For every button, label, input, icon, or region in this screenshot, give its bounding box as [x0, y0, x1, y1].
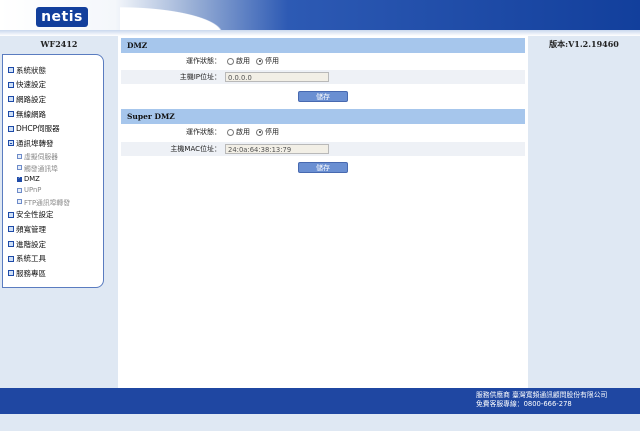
bottom-strip: [0, 414, 640, 431]
super-dmz-host-mac-label: 主機MAC位址：: [170, 145, 221, 153]
square-icon: [8, 226, 14, 233]
dmz-save-button[interactable]: 儲存: [298, 91, 348, 102]
sidebar-subitem-label: DMZ: [24, 175, 40, 184]
sidebar-item-quick-setup[interactable]: 快速設定: [3, 78, 103, 93]
sidebar-subitem-label: 虛擬伺服器: [24, 153, 58, 162]
sidebar-subitem-label: 觸發通訊埠: [24, 164, 58, 173]
device-model: WF2412: [40, 39, 78, 49]
sidebar-item-label: 服務專區: [16, 268, 46, 278]
sidebar-subitem-upnp[interactable]: UPnP: [3, 185, 103, 196]
square-icon: [17, 199, 22, 205]
dmz-status-label: 運作狀態：: [186, 57, 221, 65]
right-panel: [528, 54, 640, 388]
dmz-enable-label: 啟用: [236, 57, 250, 65]
dmz-status-row: 運作狀態： 啟用 停用: [121, 54, 525, 68]
sidebar-subitem-label: UPnP: [24, 186, 42, 195]
sidebar-item-wireless[interactable]: 無線網路: [3, 107, 103, 122]
square-icon: [8, 211, 14, 218]
sidebar-item-bandwidth[interactable]: 頻寬管理: [3, 222, 103, 237]
square-icon: [17, 165, 22, 171]
header-swoosh: [120, 0, 250, 34]
dmz-disable-label: 停用: [265, 57, 279, 65]
sidebar-item-label: 系統狀態: [16, 65, 46, 75]
sidebar-item-label: DHCP伺服器: [16, 124, 60, 134]
square-icon: [17, 153, 22, 159]
sidebar-item-system-status[interactable]: 系統狀態: [3, 63, 103, 78]
square-icon: [8, 270, 14, 277]
sidebar-subitem-virtual-server[interactable]: 虛擬伺服器: [3, 151, 103, 162]
super-dmz-status-radio-group: 啟用 停用: [225, 127, 283, 137]
square-icon: [8, 111, 14, 118]
super-dmz-section-title: Super DMZ: [121, 109, 525, 124]
sidebar-subitem-label: FTP通訊埠轉發: [24, 198, 71, 207]
sidebar-item-system-tools[interactable]: 系統工具: [3, 251, 103, 266]
super-dmz-host-mac-input[interactable]: 24:0a:64:38:13:79: [225, 144, 329, 154]
super-dmz-status-row: 運作狀態： 啟用 停用: [121, 125, 525, 139]
sidebar-subitem-port-trigger[interactable]: 觸發通訊埠: [3, 162, 103, 173]
sidebar-item-service[interactable]: 服務專區: [3, 266, 103, 281]
square-icon: [8, 255, 14, 262]
sidebar-item-label: 頻寬管理: [16, 224, 46, 234]
sidebar-item-dhcp[interactable]: DHCP伺服器: [3, 121, 103, 136]
dmz-host-ip-label: 主機IP位址：: [179, 73, 221, 81]
dmz-disable-radio[interactable]: [256, 57, 263, 65]
arrow-right-icon: [17, 174, 22, 182]
sidebar-item-label: 系統工具: [16, 254, 46, 264]
square-icon: [8, 67, 14, 74]
dmz-host-ip-input[interactable]: 0.0.0.0: [225, 72, 329, 82]
dmz-enable-radio[interactable]: [227, 57, 234, 65]
sidebar-item-label: 進階設定: [16, 239, 46, 249]
sidebar-item-advanced[interactable]: 進階設定: [3, 237, 103, 252]
sidebar-item-label: 快速設定: [16, 80, 46, 90]
dmz-status-radio-group: 啟用 停用: [225, 56, 283, 66]
sidebar-item-network[interactable]: 網路設定: [3, 92, 103, 107]
footer: 服務供應商 臺灣寬頻通訊顧問股份有限公司 免費客服專線：0800-666-278: [0, 388, 640, 414]
sidebar-item-port-forwarding[interactable]: 通訊埠轉發: [3, 136, 103, 151]
main-content: DMZ 運作狀態： 啟用 停用 主機IP位址： 0.0.0.0 儲存 Super…: [118, 36, 528, 388]
dmz-host-ip-row: 主機IP位址： 0.0.0.0: [121, 70, 525, 84]
square-icon: [8, 96, 14, 103]
square-icon: [8, 125, 14, 132]
sidebar-menu: 系統狀態 快速設定 網路設定 無線網路 DHCP伺服器 通訊埠轉發 虛擬伺服器 …: [2, 54, 104, 288]
super-dmz-enable-radio[interactable]: [227, 128, 234, 136]
footer-provider: 服務供應商 臺灣寬頻通訊顧問股份有限公司: [476, 391, 608, 399]
super-dmz-enable-label: 啟用: [236, 128, 250, 136]
firmware-version: 版本:V1.2.19460: [549, 39, 619, 49]
footer-hotline: 免費客服專線：0800-666-278: [476, 400, 572, 408]
sidebar-subitem-dmz[interactable]: DMZ: [3, 173, 103, 184]
sidebar-item-label: 無線網路: [16, 109, 46, 119]
dmz-section-title: DMZ: [121, 38, 525, 53]
square-icon: [8, 81, 14, 88]
sidebar-item-label: 網路設定: [16, 94, 46, 104]
footer-info: 服務供應商 臺灣寬頻通訊顧問股份有限公司 免費客服專線：0800-666-278: [476, 391, 607, 409]
super-dmz-disable-radio[interactable]: [256, 128, 263, 136]
sidebar-item-label: 安全性設定: [16, 210, 54, 220]
sidebar-subitem-ftp-forwarding[interactable]: FTP通訊埠轉發: [3, 196, 103, 207]
netis-logo[interactable]: netis: [36, 7, 88, 27]
header: netis: [0, 0, 640, 36]
header-band: [0, 0, 640, 34]
sidebar-item-security[interactable]: 安全性設定: [3, 208, 103, 223]
square-icon: [8, 241, 14, 247]
super-dmz-save-button[interactable]: 儲存: [298, 162, 348, 173]
super-dmz-status-label: 運作狀態：: [186, 128, 221, 136]
collapse-icon: [8, 140, 14, 147]
super-dmz-host-mac-row: 主機MAC位址： 24:0a:64:38:13:79: [121, 142, 525, 156]
square-icon: [17, 187, 22, 193]
super-dmz-disable-label: 停用: [265, 128, 279, 136]
sidebar-item-label: 通訊埠轉發: [16, 138, 54, 148]
